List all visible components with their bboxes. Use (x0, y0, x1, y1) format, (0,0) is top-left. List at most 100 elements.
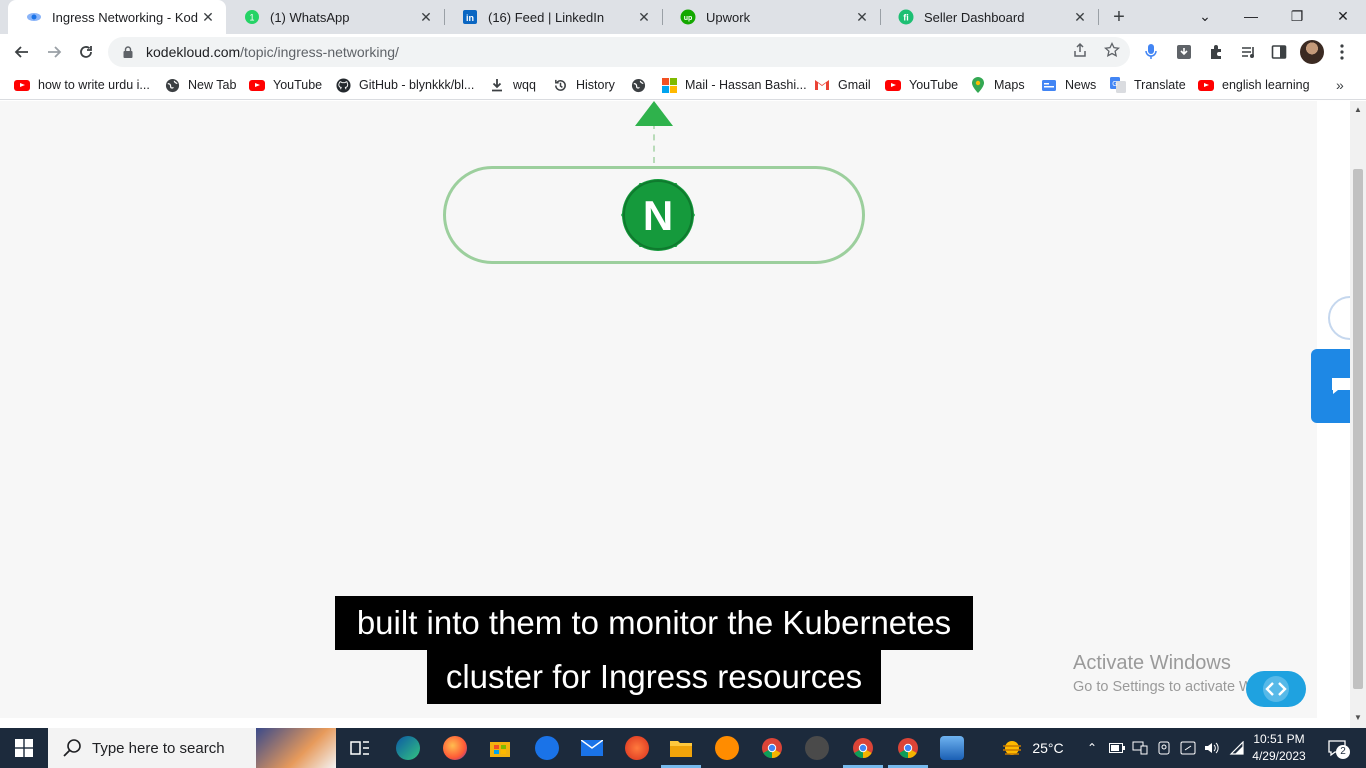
bookmark-gmail[interactable]: Gmail (814, 75, 871, 95)
share-icon[interactable] (1071, 41, 1089, 59)
tab-ingress-networking[interactable]: Ingress Networking - KodeKl ✕ (8, 0, 226, 34)
bookmark-wqq[interactable]: wqq (489, 75, 536, 95)
video-player[interactable]: N built into them to monitor the Kuberne… (0, 101, 1350, 718)
tab-separator (1098, 9, 1099, 25)
taskbar-search[interactable]: Type here to search (48, 728, 336, 768)
close-window-button[interactable]: ✕ (1320, 0, 1366, 32)
new-tab-button[interactable]: + (1107, 5, 1131, 29)
reload-button[interactable] (72, 38, 100, 66)
bookmark-youtube[interactable]: YouTube (249, 75, 322, 95)
profile-avatar[interactable] (1300, 40, 1324, 64)
close-tab-icon[interactable]: ✕ (198, 7, 218, 27)
scroll-down-icon[interactable]: ▼ (1354, 713, 1362, 722)
extensions-puzzle-icon[interactable] (1205, 41, 1227, 63)
lock-icon (123, 46, 133, 58)
bookmark-urdu[interactable]: how to write urdu i... (14, 75, 150, 95)
chat-bubble-icon (1332, 378, 1350, 394)
bookmark-label: GitHub - blynkkk/bl... (359, 78, 475, 92)
weather-temperature[interactable]: 25°C (1028, 728, 1068, 768)
microsoft-store-icon[interactable] (488, 736, 512, 760)
forward-button[interactable] (40, 38, 68, 66)
url-text: kodekloud.com/topic/ingress-networking/ (146, 44, 399, 60)
bookmark-label: YouTube (909, 78, 959, 92)
chrome-second-profile-icon[interactable] (896, 736, 920, 760)
microphone-icon[interactable] (1140, 41, 1162, 63)
tab-linkedin[interactable]: in (16) Feed | LinkedIn ✕ (444, 0, 662, 34)
tab-upwork[interactable]: up Upwork ✕ (662, 0, 880, 34)
notification-center-button[interactable]: 2 (1322, 728, 1352, 768)
bookmark-label: New Tab (188, 78, 237, 92)
bookmark-history[interactable]: History (552, 75, 615, 95)
task-view-icon[interactable] (348, 736, 372, 760)
firefox-icon[interactable] (443, 736, 467, 760)
close-tab-icon[interactable]: ✕ (852, 7, 872, 27)
tab-seller-dashboard[interactable]: fi Seller Dashboard ✕ (880, 0, 1098, 34)
scroll-up-icon[interactable]: ▲ (1354, 105, 1362, 114)
bookmark-globe[interactable] (630, 75, 654, 95)
translate-icon: G (1110, 77, 1126, 93)
bookmark-github[interactable]: GitHub - blynkkk/bl... (335, 75, 474, 95)
wifi-icon[interactable] (1228, 728, 1246, 768)
bookmark-youtube-2[interactable]: YouTube (885, 75, 958, 95)
chrome-profile-icon[interactable] (851, 736, 875, 760)
bookmark-star-icon[interactable] (1103, 41, 1121, 59)
media-control-icon[interactable] (1237, 41, 1259, 63)
svg-text:up: up (684, 15, 693, 22)
side-panel-icon[interactable] (1268, 41, 1290, 63)
close-tab-icon[interactable]: ✕ (1070, 7, 1090, 27)
mail-icon[interactable] (580, 736, 604, 760)
scrollbar-thumb[interactable] (1353, 169, 1363, 689)
clock-time: 10:51 PM (1253, 732, 1305, 746)
bookmark-news[interactable]: News (1041, 75, 1096, 95)
bookmark-maps[interactable]: Maps (970, 75, 1025, 95)
bookmark-english-learning[interactable]: english learning (1198, 75, 1310, 95)
bookmark-translate[interactable]: G Translate (1110, 75, 1186, 95)
restore-button[interactable]: ❐ (1274, 0, 1320, 32)
skype-icon[interactable] (535, 736, 559, 760)
tab-search-button[interactable]: ⌄ (1182, 0, 1228, 32)
upwork-icon: up (680, 9, 696, 25)
snail-app-icon[interactable] (625, 736, 649, 760)
start-button[interactable] (0, 728, 48, 768)
weather-icon[interactable] (998, 728, 1026, 768)
browser-menu-icon[interactable] (1331, 41, 1353, 63)
back-button[interactable] (8, 38, 36, 66)
youtube-icon (14, 77, 30, 93)
nginx-logo-letter: N (643, 192, 673, 239)
camera-app-icon[interactable] (805, 736, 829, 760)
close-tab-icon[interactable]: ✕ (634, 7, 654, 27)
show-hidden-icons-chevron-icon[interactable]: ⌃ (1082, 728, 1102, 768)
network-device-icon[interactable] (1131, 728, 1149, 768)
address-bar[interactable]: kodekloud.com/topic/ingress-networking/ (108, 37, 1130, 67)
arrow-up-icon (635, 101, 673, 126)
chat-button[interactable] (1311, 349, 1350, 423)
display-settings-icon[interactable] (1179, 728, 1197, 768)
code-toggle-button[interactable] (1246, 671, 1306, 707)
taskbar-clock[interactable]: 10:51 PM 4/29/2023 (1246, 731, 1312, 765)
file-explorer-icon[interactable] (669, 736, 693, 760)
url-host: kodekloud.com (146, 44, 241, 60)
bookmark-label: Gmail (838, 78, 871, 92)
volume-icon[interactable] (1203, 728, 1221, 768)
bookmark-new-tab[interactable]: New Tab (164, 75, 236, 95)
more-bookmarks-chevron-icon[interactable]: » (1336, 75, 1344, 95)
linkedin-icon: in (462, 9, 478, 25)
tab-title: Ingress Networking - KodeKl (52, 9, 198, 25)
minimize-button[interactable]: — (1228, 0, 1274, 32)
code-brackets-icon (1263, 676, 1289, 702)
bookmark-mail[interactable]: Mail - Hassan Bashi... (661, 75, 807, 95)
close-tab-icon[interactable]: ✕ (416, 7, 436, 27)
tab-whatsapp[interactable]: 1 (1) WhatsApp ✕ (226, 0, 444, 34)
chrome-icon[interactable] (760, 736, 784, 760)
webcam-icon[interactable] (1155, 728, 1173, 768)
svg-text:G: G (1112, 81, 1117, 88)
page-scrollbar[interactable]: ▲ ▼ (1350, 101, 1366, 728)
edge-icon[interactable] (396, 736, 420, 760)
forward-arrow-icon (48, 46, 62, 58)
news-icon (1041, 77, 1057, 93)
battery-icon[interactable] (1108, 728, 1126, 768)
gmail-icon (814, 77, 830, 93)
download-extension-icon[interactable] (1173, 41, 1195, 63)
photos-app-icon[interactable] (940, 736, 964, 760)
settings-gear-app-icon[interactable] (715, 736, 739, 760)
